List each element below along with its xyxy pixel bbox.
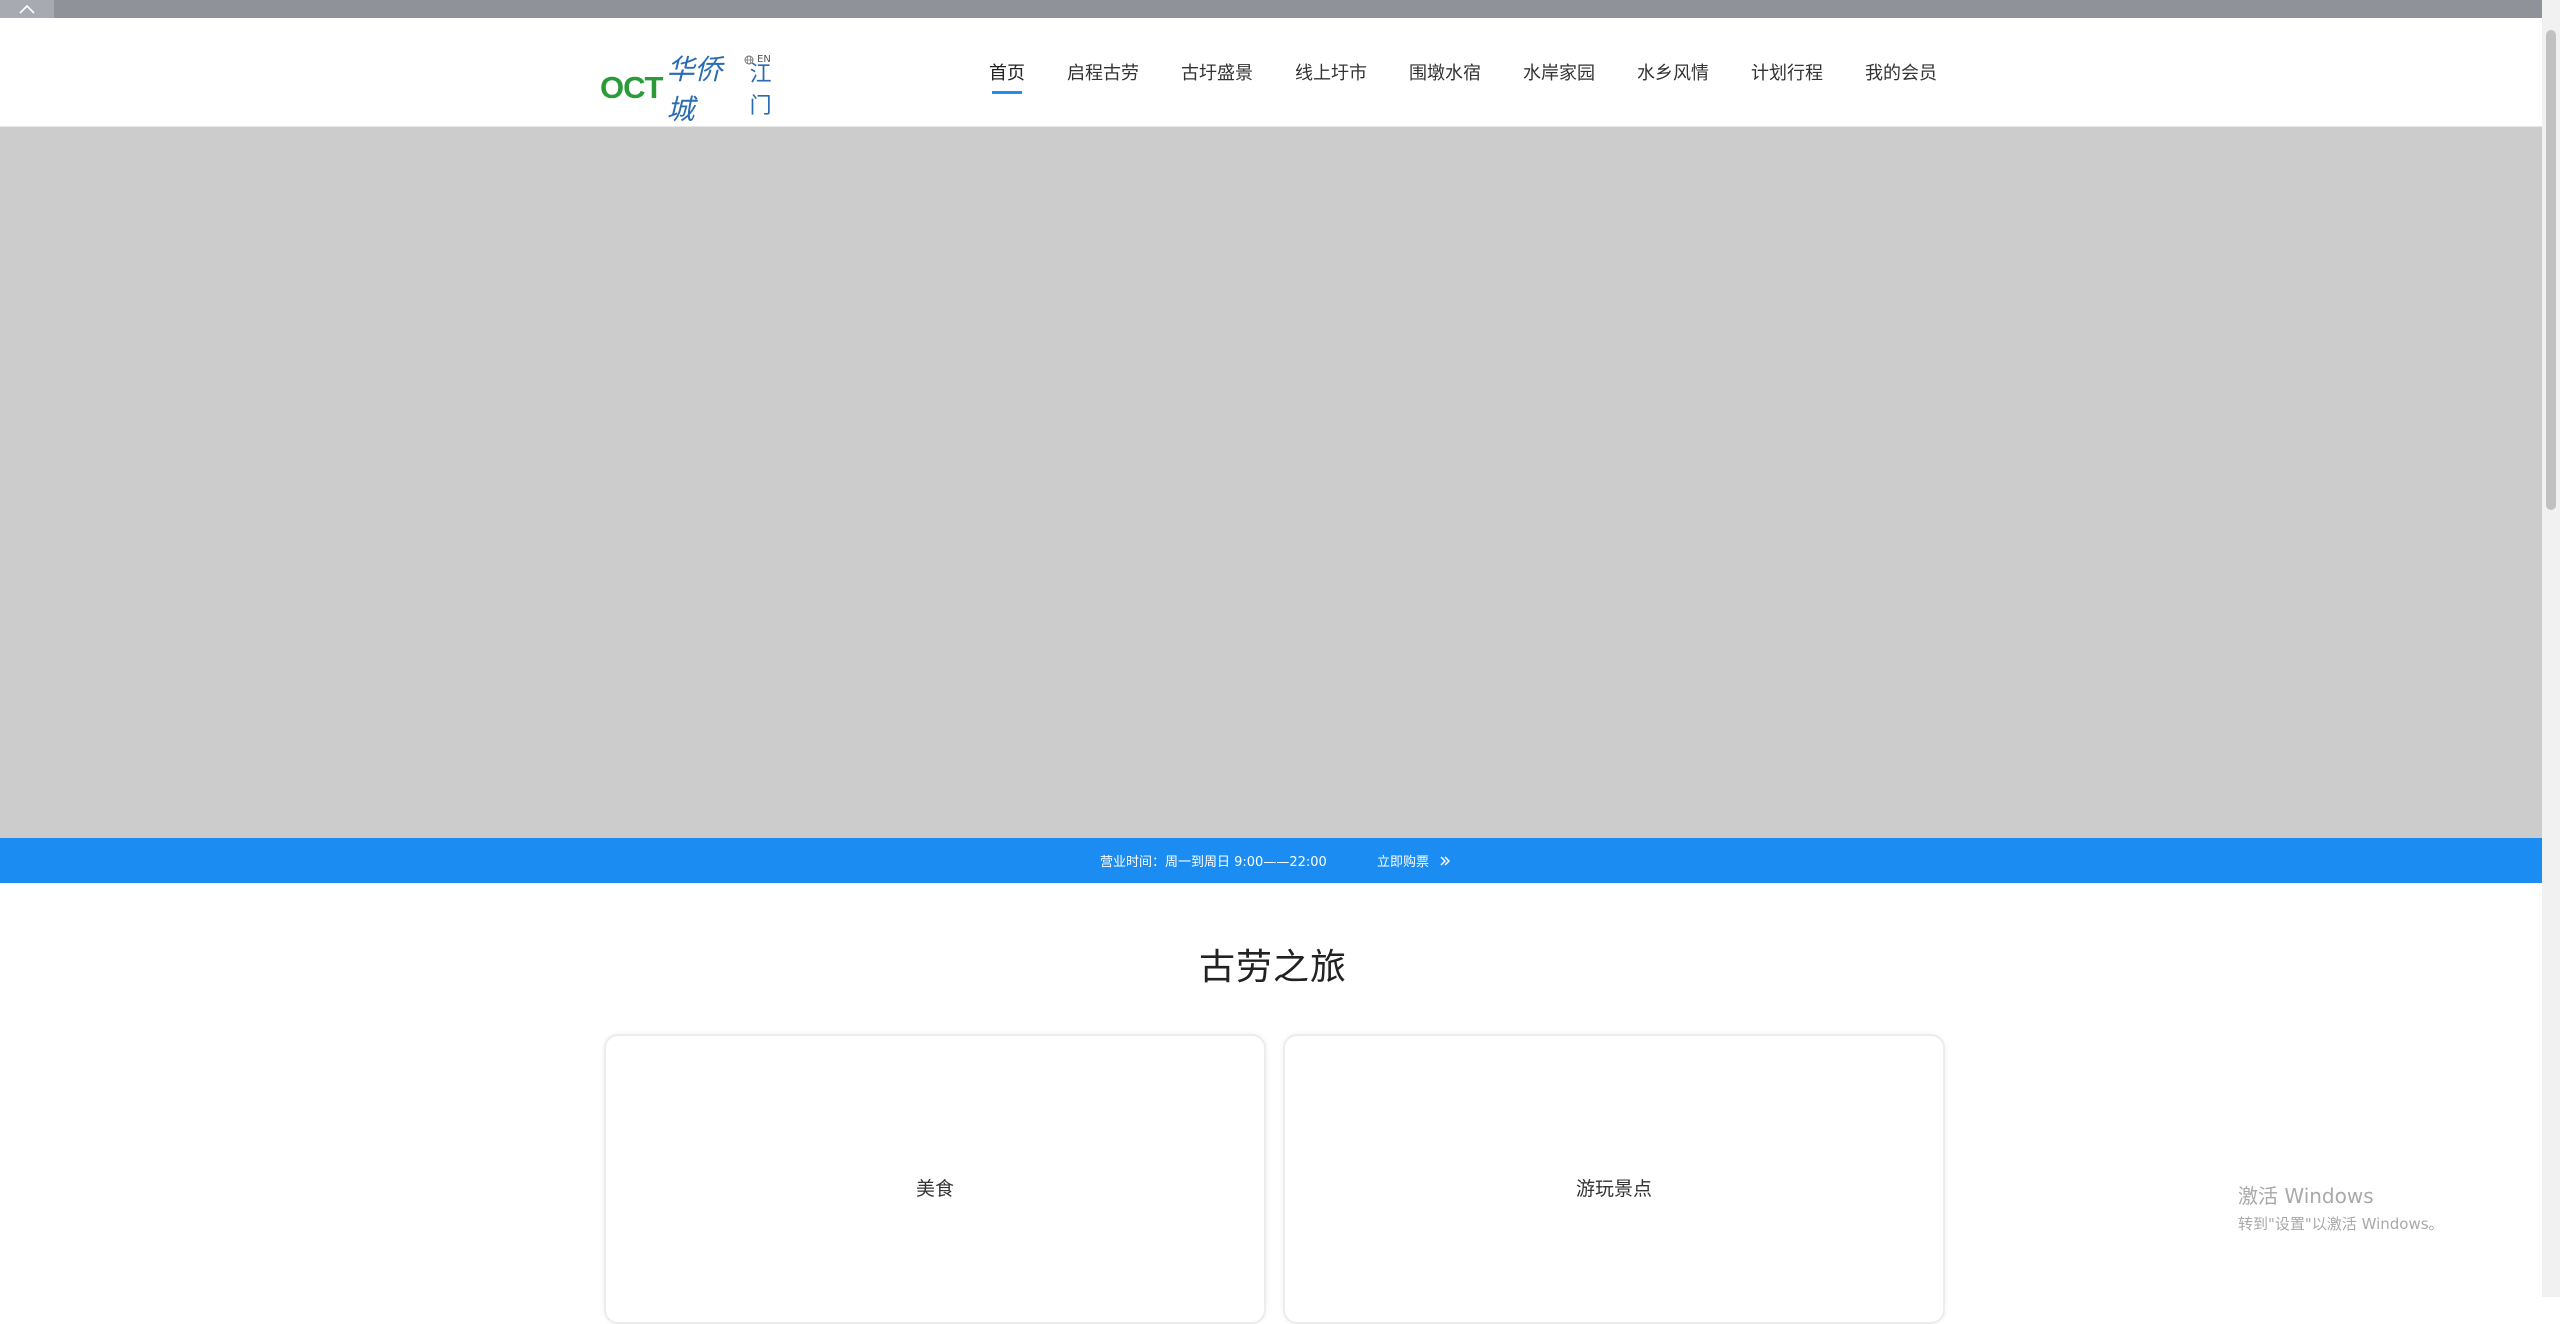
- back-to-top-button[interactable]: [0, 0, 54, 18]
- buy-ticket-link[interactable]: 立即购票: [1377, 838, 1451, 883]
- site-logo[interactable]: OCT 华侨城 江门: [600, 53, 790, 126]
- language-switch[interactable]: EN: [744, 54, 771, 65]
- info-bar: 营业时间：周一到周日 9:00——22:00 立即购票: [0, 838, 2542, 883]
- scrollbar-thumb[interactable]: [2546, 30, 2556, 510]
- nav-item-home[interactable]: 首页: [989, 59, 1025, 94]
- buy-ticket-label: 立即购票: [1377, 855, 1430, 870]
- hero-banner: [0, 127, 2542, 838]
- card-attractions[interactable]: 游玩景点: [1283, 1034, 1945, 1324]
- nav-item-guxu-shengjing[interactable]: 古圩盛景: [1181, 59, 1253, 85]
- section-title: 古劳之旅: [1198, 947, 1347, 988]
- nav-item-online-market[interactable]: 线上圩市: [1295, 59, 1367, 85]
- nav-item-weidun-shuisu[interactable]: 围墩水宿: [1409, 59, 1481, 85]
- nav-item-plan-trip[interactable]: 计划行程: [1751, 59, 1823, 85]
- top-strip: [0, 0, 2542, 18]
- nav-item-my-membership[interactable]: 我的会员: [1865, 59, 1937, 85]
- main-nav: 首页 启程古劳 古圩盛景 线上圩市 围墩水宿 水岸家园 水乡风情 计划行程 我的…: [968, 18, 1958, 126]
- globe-icon: [744, 55, 754, 64]
- windows-activation-watermark: 激活 Windows 转到"设置"以激活 Windows。: [2238, 1180, 2444, 1234]
- watermark-line2: 转到"设置"以激活 Windows。: [2238, 1215, 2444, 1233]
- logo-city: 江门: [749, 62, 772, 119]
- logo-brand: OCT: [600, 70, 663, 105]
- page-scrollbar[interactable]: [2542, 0, 2560, 1297]
- card-label: 游玩景点: [1575, 1178, 1652, 1200]
- card-label: 美食: [915, 1178, 954, 1200]
- chevron-up-icon: [19, 4, 35, 14]
- language-label: EN: [757, 54, 771, 65]
- double-chevron-right-icon: [1440, 855, 1451, 866]
- opening-hours: 营业时间：周一到周日 9:00——22:00: [1100, 855, 1327, 870]
- logo-cn-name: 华侨城: [666, 53, 723, 126]
- card-food[interactable]: 美食: [604, 1034, 1266, 1324]
- watermark-line1: 激活 Windows: [2238, 1184, 2374, 1208]
- nav-item-qicheng-gulao[interactable]: 启程古劳: [1067, 59, 1139, 85]
- nav-item-shuian-jiayuan[interactable]: 水岸家园: [1523, 59, 1595, 85]
- nav-item-shuixiang-fengqing[interactable]: 水乡风情: [1637, 59, 1709, 85]
